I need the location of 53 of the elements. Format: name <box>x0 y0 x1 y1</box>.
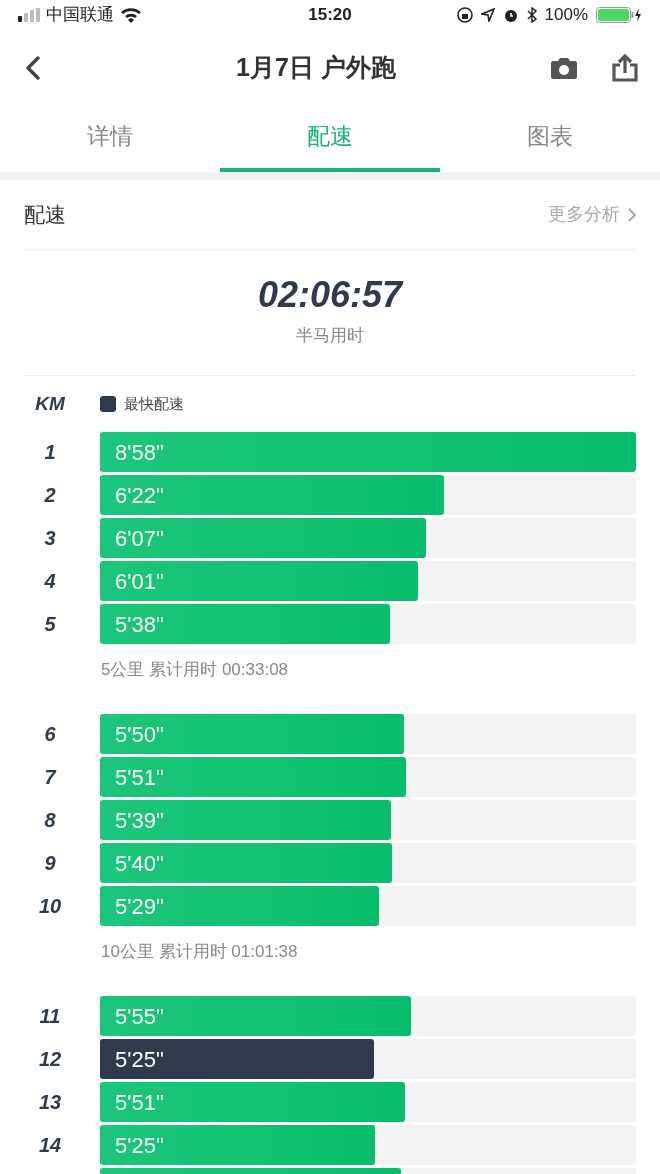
fastest-pace-swatch <box>100 396 116 412</box>
pace-value: 8'58" <box>115 438 164 467</box>
pace-value: 5'55" <box>115 1002 164 1031</box>
pace-value: 6'07" <box>115 524 164 553</box>
section-title: 配速 <box>24 201 67 228</box>
km-number: 2 <box>44 483 56 508</box>
bluetooth-icon <box>526 7 537 23</box>
km-number: 11 <box>39 1004 61 1029</box>
pace-value: 5'29" <box>115 892 164 921</box>
camera-icon[interactable] <box>550 55 578 80</box>
km-number: 1 <box>44 440 56 465</box>
km-number: 6 <box>44 722 56 747</box>
km-number: 10 <box>38 894 62 919</box>
rotation-lock-icon <box>456 7 473 23</box>
pace-value: 6'22" <box>115 481 164 510</box>
battery-charging-icon <box>596 7 642 23</box>
status-time: 15:20 <box>307 4 353 27</box>
page-title: 1月7日 户外跑 <box>235 51 397 83</box>
km-number: 4 <box>44 569 56 594</box>
km-number: 13 <box>38 1090 62 1115</box>
km-number: 12 <box>38 1047 62 1072</box>
pace-value: 5'50" <box>115 720 164 749</box>
km-number: 8 <box>44 808 56 833</box>
cumulative-time: 10公里 累计用时 01:01:38 <box>100 941 299 964</box>
km-axis-label: KM <box>34 391 66 416</box>
pace-value: 5'25" <box>115 1131 164 1160</box>
more-analysis-link[interactable]: 更多分析 <box>548 201 636 228</box>
km-number: 7 <box>44 765 56 790</box>
chevron-right-icon <box>628 207 636 222</box>
pace-value: 5'38" <box>115 610 164 639</box>
pace-value: 5'25" <box>115 1045 164 1074</box>
legend-label: 最快配速 <box>124 393 184 414</box>
cumulative-time: 5公里 累计用时 00:33:08 <box>100 659 290 682</box>
alarm-icon <box>502 7 519 23</box>
km-number: 9 <box>44 851 56 876</box>
share-icon[interactable] <box>612 53 638 82</box>
tab[interactable]: 图表 <box>440 105 660 172</box>
pace-value: 5'39" <box>115 806 164 835</box>
km-number: 14 <box>38 1133 62 1158</box>
location-icon <box>480 8 495 22</box>
tab[interactable]: 详情 <box>0 105 220 172</box>
pace-value: 5'51" <box>115 1088 164 1117</box>
total-time-label: 半马用时 <box>296 324 364 347</box>
total-time: 02:06:57 <box>257 276 403 313</box>
km-number: 3 <box>44 526 56 551</box>
wifi-icon <box>120 7 142 23</box>
battery-percent: 100% <box>544 4 588 27</box>
signal-icon <box>18 8 40 22</box>
pace-value: 6'01" <box>115 567 164 596</box>
pace-value: 5'51" <box>115 763 164 792</box>
km-number: 5 <box>44 612 56 637</box>
pace-value: 5'40" <box>115 849 164 878</box>
carrier-name: 中国联通 <box>46 4 114 27</box>
